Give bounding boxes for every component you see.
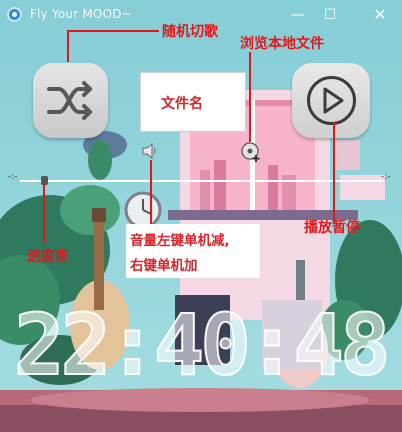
time-total: -:-	[381, 172, 391, 182]
progress-annotation: 进度条	[27, 249, 69, 265]
shuffle-annotation-line	[67, 30, 69, 62]
disc-add-icon	[241, 142, 260, 162]
volume-annotation-box: 音量左键单机减, 右键单机加	[126, 224, 260, 278]
app-window: Fly Your MOOD~ — ☐ ✕ 文件名 -:- -:- 音量左键单机减…	[0, 0, 402, 432]
shuffle-button[interactable]	[33, 63, 108, 138]
digital-clock: 22:40:48	[13, 299, 392, 391]
music-note-icon	[7, 7, 22, 22]
close-button[interactable]: ✕	[368, 4, 392, 26]
shuffle-icon	[47, 81, 92, 120]
volume-annotation-line	[150, 160, 152, 224]
browse-annotation-line	[249, 52, 251, 142]
progress-bar[interactable]	[20, 180, 384, 182]
speaker-icon	[142, 142, 156, 160]
volume-annotation-line1: 音量左键单机减,	[130, 233, 230, 249]
play-annotation-line	[333, 122, 335, 222]
play-pause-annotation: 播放暂停	[304, 220, 360, 236]
shuffle-annotation-line-h	[67, 30, 159, 32]
play-pause-button[interactable]	[292, 63, 370, 138]
minimize-button[interactable]: —	[286, 4, 310, 26]
browse-files-button[interactable]	[240, 141, 262, 163]
clock-time: 22:40:48	[13, 296, 392, 394]
filename-label: 文件名	[161, 96, 203, 112]
browse-annotation: 浏览本地文件	[240, 36, 324, 52]
progress-annotation-line	[43, 183, 45, 243]
filename-display: 文件名	[140, 72, 246, 132]
volume-button[interactable]	[141, 142, 159, 160]
shuffle-annotation: 随机切歌	[162, 24, 218, 40]
volume-annotation-line2: 右键单机加	[130, 258, 198, 274]
window-title: Fly Your MOOD~	[30, 7, 132, 21]
play-circle-icon	[307, 76, 356, 125]
maximize-button[interactable]: ☐	[318, 4, 342, 26]
time-elapsed: -:-	[8, 172, 18, 182]
